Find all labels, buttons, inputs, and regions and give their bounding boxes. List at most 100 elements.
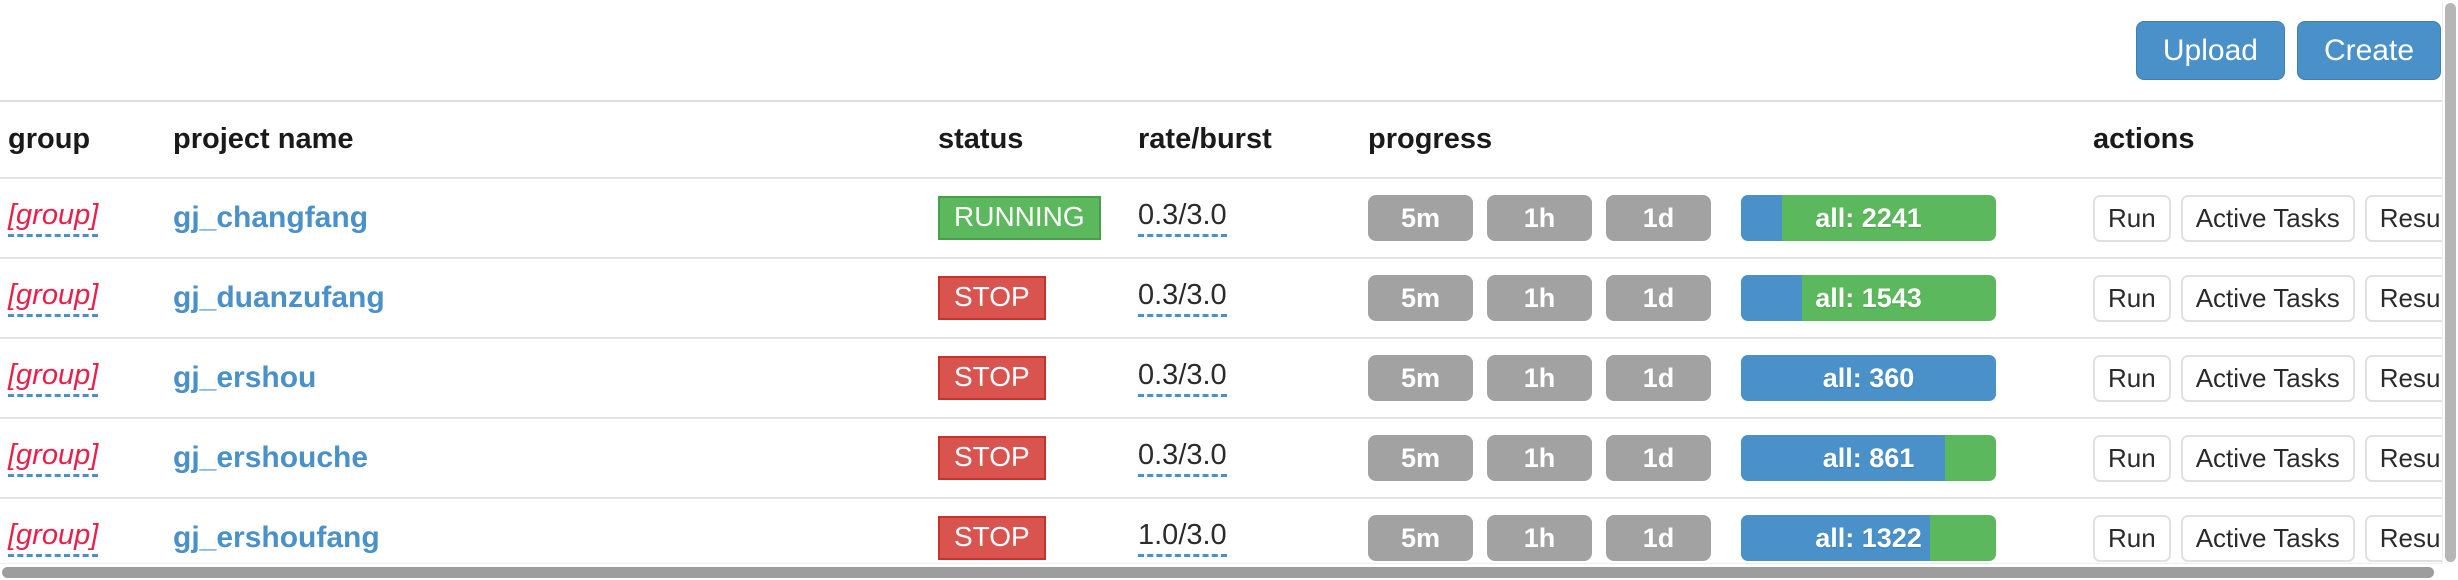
cell-project-name: gj_ershou bbox=[173, 338, 938, 419]
run-button[interactable]: Run bbox=[2093, 434, 2171, 482]
progress-bar-label: all: 1543 bbox=[1815, 282, 1922, 313]
run-button[interactable]: Run bbox=[2093, 514, 2171, 562]
progress-bar[interactable]: all: 861 bbox=[1741, 435, 1996, 481]
table-header-row: group project name status rate/burst pro… bbox=[0, 102, 2443, 179]
project-name-link[interactable]: gj_duanzufang bbox=[173, 281, 385, 314]
progress-controls: 5m 1h 1d all: 2241 bbox=[1368, 195, 2093, 241]
cell-status: STOP bbox=[938, 498, 1138, 562]
progress-button-5m[interactable]: 5m bbox=[1368, 195, 1473, 241]
active-tasks-button[interactable]: Active Tasks bbox=[2180, 354, 2355, 402]
column-header-group: group bbox=[0, 102, 173, 179]
run-button[interactable]: Run bbox=[2093, 354, 2171, 402]
status-badge[interactable]: STOP bbox=[938, 516, 1046, 560]
group-link[interactable]: [group] bbox=[8, 199, 99, 237]
status-badge[interactable]: STOP bbox=[938, 276, 1046, 320]
progress-button-1d[interactable]: 1d bbox=[1606, 275, 1711, 321]
results-button[interactable]: Results bbox=[2364, 354, 2443, 402]
results-button[interactable]: Results bbox=[2364, 514, 2443, 562]
progress-button-5m[interactable]: 5m bbox=[1368, 355, 1473, 401]
status-badge[interactable]: STOP bbox=[938, 356, 1046, 400]
status-badge[interactable]: RUNNING bbox=[938, 196, 1101, 240]
toolbar-actions: Upload Create bbox=[2135, 21, 2441, 80]
cell-status: RUNNING bbox=[938, 178, 1138, 259]
rate-burst-value[interactable]: 0.3/3.0 bbox=[1138, 199, 1227, 237]
cell-rate-burst: 0.3/3.0 bbox=[1138, 338, 1368, 419]
progress-button-5m[interactable]: 5m bbox=[1368, 515, 1473, 561]
project-name-link[interactable]: gj_changfang bbox=[173, 201, 368, 234]
progress-button-1d[interactable]: 1d bbox=[1606, 435, 1711, 481]
progress-button-1d[interactable]: 1d bbox=[1606, 195, 1711, 241]
table-head: group project name status rate/burst pro… bbox=[0, 102, 2443, 179]
results-button[interactable]: Results bbox=[2364, 434, 2443, 482]
progress-button-1h[interactable]: 1h bbox=[1487, 435, 1592, 481]
progress-button-1d[interactable]: 1d bbox=[1606, 355, 1711, 401]
top-toolbar: Upload Create bbox=[0, 0, 2443, 102]
progress-bar-label: all: 861 bbox=[1822, 442, 1915, 473]
cell-group: [group] bbox=[0, 498, 173, 562]
progress-button-1h[interactable]: 1h bbox=[1487, 515, 1592, 561]
table-row: [group] gj_ershoufang STOP 1.0/3.0 5m 1h 1d all… bbox=[0, 498, 2443, 562]
cell-project-name: gj_duanzufang bbox=[173, 258, 938, 339]
run-button[interactable]: Run bbox=[2093, 194, 2171, 242]
row-actions: RunActive TasksResults bbox=[2093, 514, 2443, 562]
cell-status: STOP bbox=[938, 338, 1138, 419]
project-name-link[interactable]: gj_ershouche bbox=[173, 441, 368, 474]
progress-button-1h[interactable]: 1h bbox=[1487, 355, 1592, 401]
column-header-status: status bbox=[938, 102, 1138, 179]
run-button[interactable]: Run bbox=[2093, 274, 2171, 322]
cell-status: STOP bbox=[938, 418, 1138, 499]
group-link[interactable]: [group] bbox=[8, 439, 99, 477]
active-tasks-button[interactable]: Active Tasks bbox=[2180, 434, 2355, 482]
vertical-scrollbar[interactable] bbox=[2442, 0, 2458, 565]
cell-rate-burst: 0.3/3.0 bbox=[1138, 258, 1368, 339]
cell-project-name: gj_ershouche bbox=[173, 418, 938, 499]
table-body: [group] gj_changfang RUNNING 0.3/3.0 5m 1h 1d a… bbox=[0, 178, 2443, 562]
column-header-project-name: project name bbox=[173, 102, 938, 179]
progress-button-5m[interactable]: 5m bbox=[1368, 275, 1473, 321]
rate-burst-value[interactable]: 1.0/3.0 bbox=[1138, 519, 1227, 557]
horizontal-scrollbar-thumb[interactable] bbox=[2, 567, 2434, 578]
results-button[interactable]: Results bbox=[2364, 194, 2443, 242]
cell-actions: RunActive TasksResults bbox=[2093, 258, 2443, 339]
cell-status: STOP bbox=[938, 258, 1138, 339]
progress-button-1h[interactable]: 1h bbox=[1487, 275, 1592, 321]
table-row: [group] gj_duanzufang STOP 0.3/3.0 5m 1h 1d all… bbox=[0, 258, 2443, 339]
progress-button-5m[interactable]: 5m bbox=[1368, 435, 1473, 481]
project-name-link[interactable]: gj_ershoufang bbox=[173, 521, 380, 554]
create-button[interactable]: Create bbox=[2296, 21, 2441, 80]
cell-rate-burst: 1.0/3.0 bbox=[1138, 498, 1368, 562]
progress-button-1h[interactable]: 1h bbox=[1487, 195, 1592, 241]
active-tasks-button[interactable]: Active Tasks bbox=[2180, 514, 2355, 562]
progress-bar[interactable]: all: 1543 bbox=[1741, 275, 1996, 321]
cell-progress: 5m 1h 1d all: 2241 bbox=[1368, 178, 2093, 259]
progress-bar[interactable]: all: 2241 bbox=[1741, 195, 1996, 241]
row-actions: RunActive TasksResults bbox=[2093, 274, 2443, 322]
progress-bar-label: all: 360 bbox=[1822, 362, 1915, 393]
horizontal-scrollbar[interactable] bbox=[0, 563, 2443, 580]
vertical-scrollbar-thumb[interactable] bbox=[2445, 3, 2456, 562]
cell-progress: 5m 1h 1d all: 861 bbox=[1368, 418, 2093, 499]
active-tasks-button[interactable]: Active Tasks bbox=[2180, 274, 2355, 322]
active-tasks-button[interactable]: Active Tasks bbox=[2180, 194, 2355, 242]
cell-project-name: gj_changfang bbox=[173, 178, 938, 259]
progress-bar[interactable]: all: 1322 bbox=[1741, 515, 1996, 561]
results-button[interactable]: Results bbox=[2364, 274, 2443, 322]
rate-burst-value[interactable]: 0.3/3.0 bbox=[1138, 439, 1227, 477]
cell-group: [group] bbox=[0, 338, 173, 419]
project-name-link[interactable]: gj_ershou bbox=[173, 361, 316, 394]
project-list-page: Upload Create group project name status … bbox=[0, 0, 2458, 580]
progress-bar[interactable]: all: 360 bbox=[1741, 355, 1996, 401]
group-link[interactable]: [group] bbox=[8, 359, 99, 397]
rate-burst-value[interactable]: 0.3/3.0 bbox=[1138, 359, 1227, 397]
group-link[interactable]: [group] bbox=[8, 519, 99, 557]
status-badge[interactable]: STOP bbox=[938, 436, 1046, 480]
row-actions: RunActive TasksResults bbox=[2093, 434, 2443, 482]
progress-button-1d[interactable]: 1d bbox=[1606, 515, 1711, 561]
rate-burst-value[interactable]: 0.3/3.0 bbox=[1138, 279, 1227, 317]
upload-button[interactable]: Upload bbox=[2135, 21, 2285, 80]
progress-bar-label: all: 2241 bbox=[1815, 202, 1922, 233]
group-link[interactable]: [group] bbox=[8, 279, 99, 317]
column-header-rate-burst: rate/burst bbox=[1138, 102, 1368, 179]
cell-actions: RunActive TasksResults bbox=[2093, 338, 2443, 419]
cell-progress: 5m 1h 1d all: 1543 bbox=[1368, 258, 2093, 339]
